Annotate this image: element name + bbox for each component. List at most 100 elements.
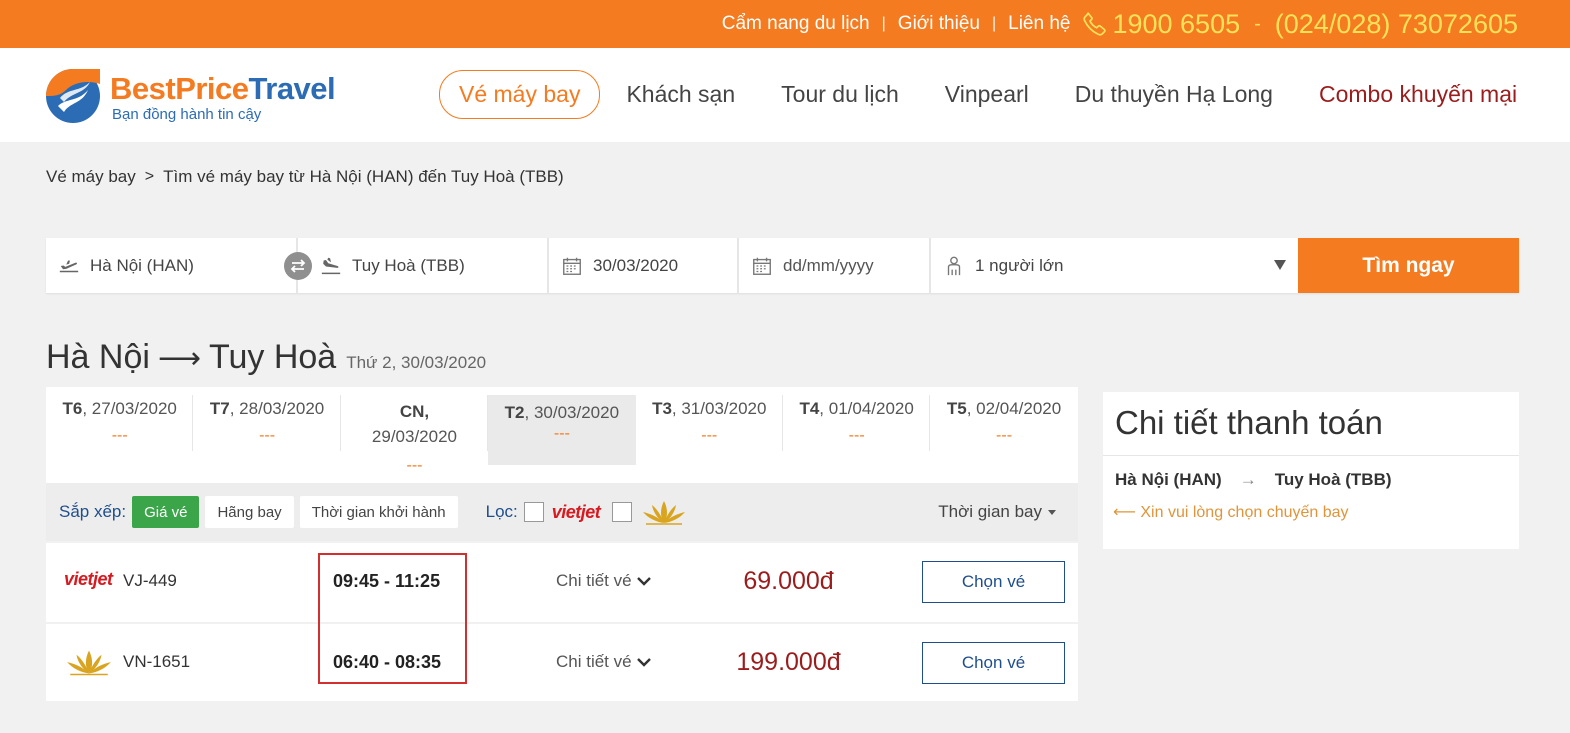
- flight-code: VJ-449: [123, 571, 177, 590]
- passenger-value: 1 người lớn: [975, 255, 1064, 275]
- destination-field[interactable]: Tuy Hoà (TBB): [298, 238, 549, 293]
- date-tab-price: ---: [406, 457, 423, 474]
- filter-vietjet-checkbox[interactable]: [523, 502, 544, 522]
- calendar-icon: [753, 257, 771, 275]
- payment-title: Chi tiết thanh toán: [1115, 404, 1383, 441]
- landing-icon: [321, 257, 341, 274]
- filter-label: Lọc:: [485, 502, 518, 521]
- date-tab-day: T6: [62, 399, 83, 418]
- chevron-down-icon: [636, 577, 651, 586]
- date-tab[interactable]: T3, 31/03/2020 ---: [636, 387, 784, 483]
- flight-row: VN-1651 06:40 - 08:35 Chi tiết vé 199.00…: [46, 622, 1078, 700]
- date-tabs: T6, 27/03/2020 --- T7, 28/03/2020 --- CN…: [46, 387, 1078, 483]
- flight-code: VN-1651: [123, 652, 191, 671]
- sort-by-departure-button[interactable]: Thời gian khởi hành: [299, 496, 458, 528]
- link-travel-guide[interactable]: Cẩm nang du lịch: [722, 13, 870, 35]
- nav-hotels[interactable]: Khách sạn: [626, 81, 735, 108]
- phone-dash: -: [1254, 12, 1261, 35]
- search-button[interactable]: Tìm ngay: [1298, 238, 1519, 293]
- ticket-detail-toggle[interactable]: Chi tiết vé: [556, 652, 652, 672]
- origin-field[interactable]: Hà Nội (HAN): [46, 238, 312, 293]
- date-tab-day: T4: [799, 399, 820, 418]
- link-contact[interactable]: Liên hệ: [1008, 13, 1070, 35]
- payment-panel: Chi tiết thanh toán Hà Nội (HAN) → Tuy H…: [1103, 392, 1519, 549]
- vietjet-logo: vietjet: [551, 501, 601, 522]
- date-tab-price: ---: [111, 427, 128, 444]
- swap-icon: [290, 259, 306, 273]
- date-tab-selected[interactable]: T2, 30/03/2020 ---: [488, 395, 636, 465]
- date-tab-date: , 27/03/2020: [82, 399, 177, 418]
- payment-arrow: →: [1239, 470, 1257, 489]
- date-tab-date: , 30/03/2020: [524, 403, 620, 422]
- flight-time-label: Thời gian bay: [938, 502, 1042, 521]
- date-tab-price: ---: [553, 425, 570, 442]
- date-tab[interactable]: T7, 28/03/2020 ---: [193, 387, 342, 483]
- logo[interactable]: BestPriceTravel Bạn đồng hành tin cậy: [44, 66, 344, 126]
- sort-label: Sắp xếp:: [59, 502, 127, 521]
- payment-divider: [1103, 455, 1519, 456]
- hotline-2[interactable]: (024/028) 73072605: [1275, 9, 1518, 40]
- caret-down-icon: [1048, 509, 1056, 515]
- date-tab-day: T7: [209, 399, 230, 418]
- flight-time-sort[interactable]: Thời gian bay: [938, 502, 1056, 522]
- payment-to: Tuy Hoà (TBB): [1274, 470, 1392, 489]
- nav-combo-promo[interactable]: Combo khuyến mại: [1319, 81, 1517, 108]
- logo-slogan: Bạn đồng hành tin cậy: [112, 106, 262, 123]
- date-tab[interactable]: T6, 27/03/2020 ---: [46, 387, 194, 483]
- flight-time: 06:40 - 08:35: [333, 652, 442, 672]
- ticket-detail-label: Chi tiết vé: [556, 652, 632, 671]
- breadcrumb-chevron: >: [144, 168, 155, 185]
- top-separator: |: [991, 15, 997, 32]
- route-arrow: ⟶: [157, 342, 201, 375]
- nav-tours[interactable]: Tour du lịch: [781, 81, 899, 108]
- logo-mark-icon: [46, 69, 100, 123]
- date-tab-date: , 31/03/2020: [671, 399, 767, 418]
- destination-value: Tuy Hoà (TBB): [352, 255, 465, 275]
- main-nav: Vé máy bay Khách sạn Tour du lịch Vinpea…: [439, 70, 1517, 119]
- sort-by-airline-button[interactable]: Hãng bay: [205, 496, 294, 528]
- takeoff-icon: [59, 260, 79, 272]
- header: BestPriceTravel Bạn đồng hành tin cậy Vé…: [0, 48, 1570, 142]
- caret-down-icon: [1274, 260, 1286, 270]
- breadcrumb-root[interactable]: Vé máy bay: [46, 167, 136, 187]
- hotline-1[interactable]: 1900 6505: [1112, 9, 1240, 40]
- date-tab-price: ---: [848, 427, 865, 444]
- link-about[interactable]: Giới thiệu: [898, 13, 980, 35]
- route-date: Thứ 2, 30/03/2020: [346, 353, 487, 372]
- date-tab[interactable]: T5, 02/04/2020 ---: [930, 387, 1077, 483]
- date-tab-date: , 01/04/2020: [819, 399, 914, 418]
- nav-vinpearl[interactable]: Vinpearl: [945, 81, 1029, 108]
- logo-brand-part2: Travel: [248, 71, 336, 106]
- logo-brand-part1: BestPrice: [110, 71, 249, 106]
- flight-search-bar: Hà Nội (HAN) Tuy Hoà (TBB) 30/03/2020 dd…: [46, 238, 1519, 293]
- date-tab-price: ---: [996, 427, 1013, 444]
- origin-value: Hà Nội (HAN): [90, 255, 194, 275]
- passenger-select[interactable]: 1 người lớn: [931, 238, 1298, 293]
- depart-date-field[interactable]: 30/03/2020: [549, 238, 739, 293]
- payment-hint: ⟵ Xin vui lòng chọn chuyến bay: [1113, 504, 1349, 521]
- return-date-field[interactable]: dd/mm/yyyy: [739, 238, 931, 293]
- flight-price: 69.000đ: [743, 567, 834, 595]
- breadcrumb: Vé máy bay > Tìm vé máy bay từ Hà Nội (H…: [46, 167, 564, 187]
- nav-flights[interactable]: Vé máy bay: [439, 70, 601, 119]
- date-tab[interactable]: T4, 01/04/2020 ---: [783, 387, 931, 483]
- ticket-detail-toggle[interactable]: Chi tiết vé: [556, 571, 652, 591]
- date-tab[interactable]: CN, 29/03/2020 ---: [341, 387, 489, 483]
- date-tab-date: , 28/03/2020: [229, 399, 325, 418]
- chevron-down-icon: [636, 658, 651, 667]
- date-tab-price: ---: [701, 427, 718, 444]
- sort-by-price-button[interactable]: Giá vé: [132, 496, 200, 528]
- results-panel: T6, 27/03/2020 --- T7, 28/03/2020 --- CN…: [46, 387, 1078, 701]
- person-icon: [947, 256, 961, 275]
- nav-halong-cruise[interactable]: Du thuyền Hạ Long: [1075, 81, 1273, 108]
- date-tab-price: ---: [259, 427, 276, 444]
- choose-ticket-button[interactable]: Chọn vé: [922, 642, 1065, 684]
- ticket-detail-label: Chi tiết vé: [556, 571, 632, 590]
- choose-ticket-button[interactable]: Chọn vé: [922, 561, 1065, 603]
- filter-vietnam-airlines-checkbox[interactable]: [612, 502, 633, 522]
- lotus-icon: [67, 650, 111, 676]
- date-tab-day: T3: [652, 399, 672, 418]
- swap-button[interactable]: [284, 252, 312, 280]
- top-separator: |: [881, 15, 886, 32]
- calendar-icon: [563, 257, 581, 275]
